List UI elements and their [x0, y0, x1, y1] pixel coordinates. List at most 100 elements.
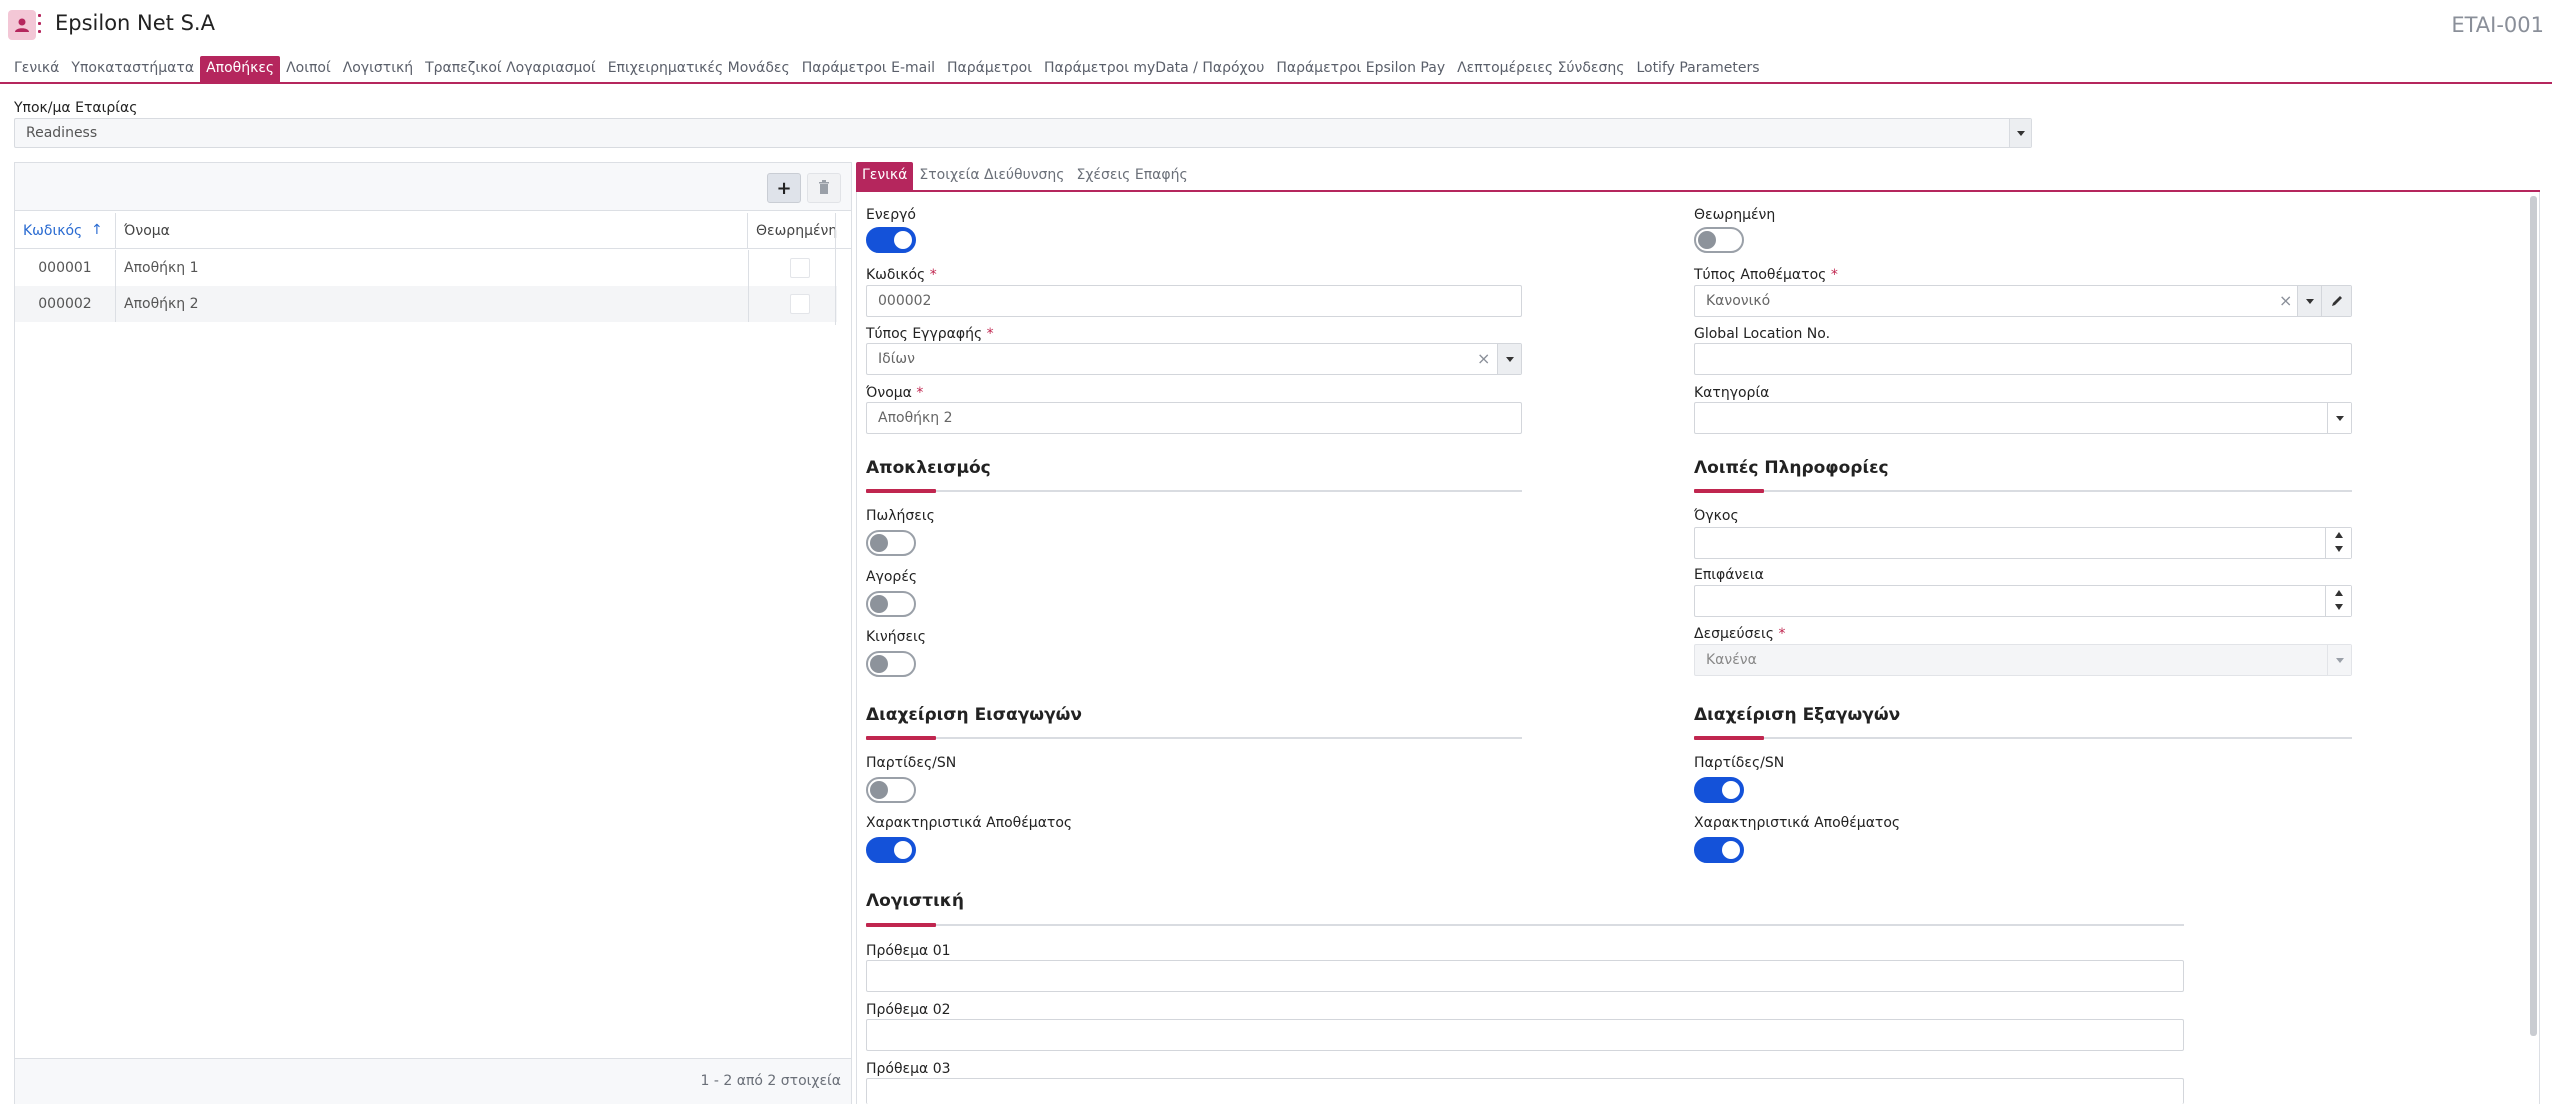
- record-type-label: Τύπος Εγγραφής *: [866, 326, 994, 342]
- sales-toggle[interactable]: [866, 530, 916, 556]
- viewed-toggle[interactable]: [1694, 227, 1744, 253]
- record-type-value: Ιδίων: [878, 351, 915, 367]
- chevron-down-icon[interactable]: [2297, 286, 2321, 316]
- tab-7[interactable]: Παράμετροι E-mail: [796, 56, 941, 82]
- user-icon[interactable]: [8, 10, 36, 40]
- section-divider: [1694, 736, 2352, 740]
- clear-icon[interactable]: ×: [2279, 291, 2292, 310]
- prefix-02-field[interactable]: [866, 1019, 2184, 1051]
- record-type-select[interactable]: Ιδίων ×: [866, 343, 1522, 375]
- tab-2[interactable]: Αποθήκες: [200, 56, 281, 82]
- prefix-01-label: Πρόθεμα 01: [866, 943, 951, 959]
- surface-label: Επιφάνεια: [1694, 567, 1764, 583]
- clear-icon[interactable]: ×: [1477, 349, 1490, 368]
- subsidiary-select[interactable]: Readiness: [14, 118, 2032, 148]
- stock-type-value: Κανονικό: [1706, 293, 1771, 309]
- cell-code: 000002: [15, 286, 116, 322]
- category-label: Κατηγορία: [1694, 385, 1770, 401]
- gln-field[interactable]: [1694, 343, 2352, 375]
- detail-tab-2[interactable]: Σχέσεις Επαφής: [1071, 162, 1194, 190]
- movements-label: Κινήσεις: [866, 629, 927, 645]
- viewed-checkbox[interactable]: [790, 258, 810, 278]
- section-divider: [866, 489, 1522, 493]
- prefix-03-label: Πρόθεμα 03: [866, 1061, 951, 1077]
- exports-section-title: Διαχείριση Εξαγωγών: [1694, 705, 1901, 725]
- tab-4[interactable]: Λογιστική: [337, 56, 419, 82]
- tab-11[interactable]: Λεπτομέρειες Σύνδεσης: [1451, 56, 1630, 82]
- sort-ascending-icon[interactable]: ↑: [91, 222, 103, 238]
- prefix-03-field[interactable]: [866, 1078, 2184, 1104]
- column-viewed-label: Θεωρημένη: [756, 223, 838, 239]
- menu-dots-icon[interactable]: [38, 14, 42, 38]
- tab-8[interactable]: Παράμετροι: [941, 56, 1038, 82]
- commitments-select: Κανένα: [1694, 644, 2352, 676]
- accounting-section-title: Λογιστική: [866, 891, 964, 911]
- surface-field[interactable]: [1694, 585, 2352, 617]
- vertical-scrollbar[interactable]: [2530, 196, 2537, 1036]
- detail-tab-bar: Γενικά Στοιχεία Διεύθυνσης Σχέσεις Επαφής: [856, 162, 1194, 190]
- exports-attributes-toggle[interactable]: [1694, 837, 1744, 863]
- category-select[interactable]: [1694, 402, 2352, 434]
- tab-0[interactable]: Γενικά: [8, 56, 65, 82]
- app-header: Epsilon Net S.A ETAI-001: [0, 0, 2552, 52]
- subsidiary-value: Readiness: [26, 125, 98, 141]
- subsidiary-label: Υποκ/μα Εταιρίας: [14, 100, 138, 116]
- stock-type-select[interactable]: Κανονικό ×: [1694, 285, 2352, 317]
- gln-label: Global Location No.: [1694, 326, 1831, 342]
- volume-field[interactable]: [1694, 527, 2352, 559]
- imports-attributes-label: Χαρακτηριστικά Αποθέματος: [866, 815, 1073, 831]
- detail-tab-0[interactable]: Γενικά: [856, 162, 914, 190]
- chevron-down-icon[interactable]: [2009, 119, 2031, 147]
- edit-pencil-icon[interactable]: [2321, 286, 2351, 316]
- name-field[interactable]: Αποθήκη 2: [866, 402, 1522, 434]
- grid-toolbar: +: [15, 163, 851, 211]
- prefix-01-field[interactable]: [866, 960, 2184, 992]
- tab-5[interactable]: Τραπεζικοί Λογαριασμοί: [419, 56, 602, 82]
- grid-pager: 1 - 2 από 2 στοιχεία: [15, 1058, 851, 1104]
- volume-label: Όγκος: [1694, 508, 1739, 524]
- top-tab-divider: [0, 82, 2552, 84]
- code-value: 000002: [878, 293, 932, 309]
- exports-lots-toggle[interactable]: [1694, 777, 1744, 803]
- tab-1[interactable]: Υποκαταστήματα: [65, 56, 200, 82]
- active-label: Ενεργό: [866, 207, 916, 223]
- viewed-checkbox[interactable]: [790, 294, 810, 314]
- volume-stepper[interactable]: [2325, 528, 2351, 558]
- prefix-02-label: Πρόθεμα 02: [866, 1002, 951, 1018]
- detail-tab-1[interactable]: Στοιχεία Διεύθυνσης: [913, 162, 1070, 190]
- viewed-label: Θεωρημένη: [1694, 207, 1776, 223]
- trash-icon: [808, 180, 840, 198]
- sales-label: Πωλήσεις: [866, 508, 935, 524]
- add-button[interactable]: +: [767, 173, 801, 203]
- table-row[interactable]: 000001 Αποθήκη 1: [15, 250, 837, 286]
- tab-10[interactable]: Παράμετροι Epsilon Pay: [1270, 56, 1451, 82]
- purchases-toggle[interactable]: [866, 591, 916, 617]
- chevron-down-icon[interactable]: [1497, 344, 1521, 374]
- movements-toggle[interactable]: [866, 651, 916, 677]
- entity-code: ETAI-001: [2451, 13, 2544, 37]
- tab-3[interactable]: Λοιποί: [280, 56, 337, 82]
- name-label: Όνομα *: [866, 385, 924, 401]
- column-header-name[interactable]: Όνομα: [116, 213, 748, 249]
- imports-lots-toggle[interactable]: [866, 777, 916, 803]
- column-header-code[interactable]: Κωδικός ↑: [15, 213, 116, 249]
- plus-icon: +: [776, 178, 792, 199]
- exports-attributes-label: Χαρακτηριστικά Αποθέματος: [1694, 815, 1901, 831]
- chevron-down-icon[interactable]: [2327, 403, 2351, 433]
- active-toggle[interactable]: [866, 227, 916, 253]
- surface-stepper[interactable]: [2325, 586, 2351, 616]
- grid-column-divider: [835, 213, 836, 325]
- tab-6[interactable]: Επιχειρηματικές Μονάδες: [602, 56, 796, 82]
- code-field[interactable]: 000002: [866, 285, 1522, 317]
- table-row[interactable]: 000002 Αποθήκη 2: [15, 286, 837, 322]
- imports-attributes-toggle[interactable]: [866, 837, 916, 863]
- section-divider: [866, 736, 1522, 740]
- top-tab-bar: Γενικά Υποκαταστήματα Αποθήκες Λοιποί Λογιστ…: [8, 56, 1766, 82]
- exclusion-section-title: Αποκλεισμός: [866, 458, 991, 478]
- commitments-value: Κανένα: [1706, 652, 1757, 668]
- exports-lots-label: Παρτίδες/SN: [1694, 755, 1785, 771]
- tab-12[interactable]: Lotify Parameters: [1630, 56, 1765, 82]
- cell-code: 000001: [15, 250, 116, 286]
- delete-button[interactable]: [807, 173, 841, 203]
- tab-9[interactable]: Παράμετροι myData / Παρόχου: [1038, 56, 1270, 82]
